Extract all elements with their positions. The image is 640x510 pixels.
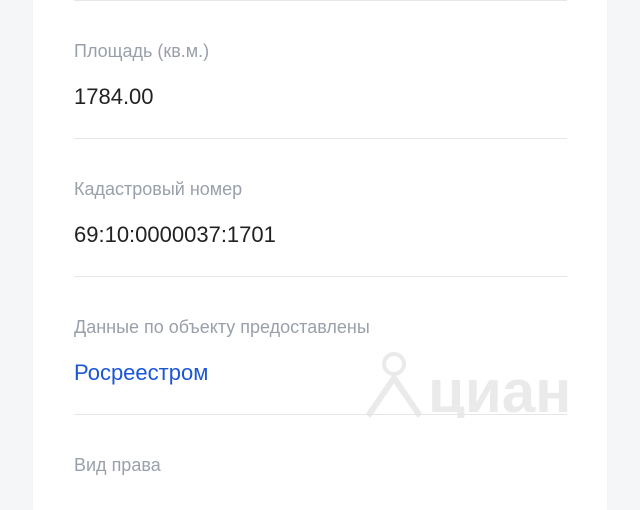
data-provider-label: Данные по объекту предоставлены [74, 317, 370, 337]
divider-3 [74, 414, 567, 415]
divider-1 [74, 138, 567, 139]
property-details-card [33, 0, 607, 510]
right-type-label: Вид права [74, 455, 161, 475]
rosreestr-link[interactable]: Росреестром [74, 360, 208, 386]
area-value: 1784.00 [74, 84, 154, 109]
area-label: Площадь (кв.м.) [74, 41, 210, 61]
cadastral-number-label: Кадастровый номер [74, 179, 243, 199]
divider-top [74, 0, 567, 1]
cadastral-number-value: 69:10:0000037:1701 [74, 222, 276, 247]
divider-2 [74, 276, 567, 277]
cian-watermark-logo: циан [365, 352, 568, 418]
watermark-text: циан [428, 358, 568, 418]
